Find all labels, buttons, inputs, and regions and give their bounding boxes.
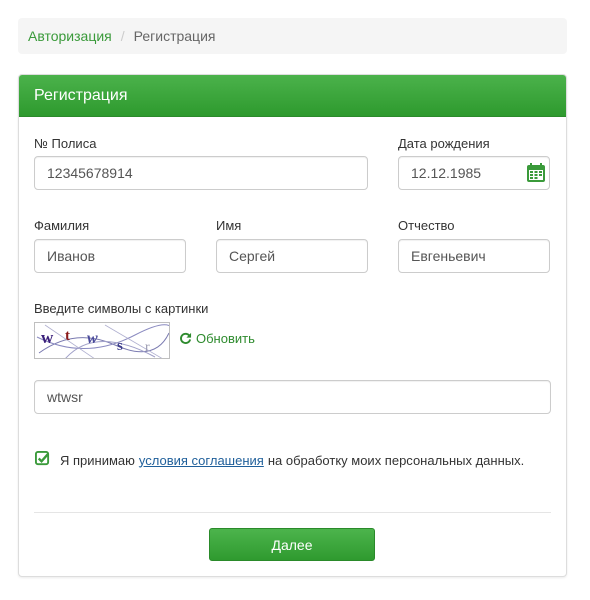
agreement-text-after: на обработку моих персональных данных. <box>267 452 525 468</box>
breadcrumb-current-registration: Регистрация <box>133 28 216 44</box>
refresh-icon <box>180 332 192 344</box>
checkbox-checked-icon[interactable] <box>35 451 50 469</box>
svg-text:w: w <box>41 328 54 347</box>
captcha-image: w t w s r <box>34 322 170 359</box>
breadcrumb: Авторизация / Регистрация <box>18 18 567 54</box>
agreement-text-before: Я принимаю <box>60 452 135 468</box>
patronymic-label: Отчество <box>398 218 455 233</box>
policy-input[interactable] <box>34 156 368 190</box>
refresh-label: Обновить <box>196 331 255 346</box>
agreement-row: Я принимаю условия соглашения на обработ… <box>35 451 524 469</box>
captcha-label: Введите символы с картинки <box>34 301 209 316</box>
agreement-link[interactable]: условия соглашения <box>139 453 264 468</box>
registration-panel: Регистрация № Полиса Дата рождения Фамил… <box>18 74 567 577</box>
calendar-icon[interactable] <box>524 161 548 185</box>
patronymic-input[interactable] <box>398 239 550 273</box>
lastname-label: Фамилия <box>34 218 90 233</box>
birthdate-label: Дата рождения <box>398 136 490 151</box>
firstname-label: Имя <box>216 218 242 233</box>
firstname-input[interactable] <box>216 239 368 273</box>
panel-title: Регистрация <box>19 75 566 117</box>
svg-text:r: r <box>145 340 150 355</box>
svg-text:t: t <box>65 328 70 344</box>
refresh-captcha-button[interactable]: Обновить <box>179 331 255 346</box>
lastname-input[interactable] <box>34 239 186 273</box>
divider <box>34 512 551 513</box>
policy-label: № Полиса <box>34 136 97 151</box>
svg-text:s: s <box>117 338 123 354</box>
svg-text:w: w <box>87 330 98 347</box>
breadcrumb-link-authorization[interactable]: Авторизация <box>28 28 112 44</box>
breadcrumb-separator: / <box>120 28 125 44</box>
next-button[interactable]: Далее <box>209 528 375 561</box>
captcha-input[interactable] <box>34 380 551 414</box>
